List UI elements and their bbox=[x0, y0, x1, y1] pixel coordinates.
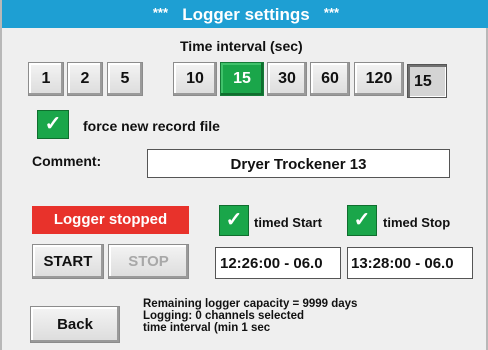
title-stars-left: *** bbox=[152, 5, 169, 20]
logger-capacity-text: Remaining logger capacity = 9999 days bbox=[143, 298, 358, 310]
title-stars-right: *** bbox=[323, 5, 340, 20]
timed-stop-checkbox[interactable]: ✓ bbox=[347, 205, 377, 236]
interval-option-120[interactable]: 120 bbox=[354, 62, 404, 96]
interval-hint-text: time interval (min 1 sec bbox=[143, 322, 271, 334]
timed-stop-input[interactable]: 13:28:00 - 06.0 bbox=[347, 247, 473, 279]
page-title: Logger settings bbox=[182, 5, 310, 24]
force-new-file-checkbox[interactable]: ✓ bbox=[37, 110, 69, 139]
interval-option-15[interactable]: 15 bbox=[220, 62, 264, 96]
logging-channels-text: Logging: 0 channels selected bbox=[143, 310, 305, 322]
comment-input[interactable]: Dryer Trockener 13 bbox=[147, 149, 450, 178]
timed-start-label: timed Start bbox=[254, 215, 322, 230]
timed-start-checkbox[interactable]: ✓ bbox=[219, 205, 249, 236]
custom-interval-field[interactable]: 15 bbox=[407, 64, 447, 98]
interval-option-1[interactable]: 1 bbox=[28, 62, 64, 96]
logger-settings-screen: *** Logger settings *** Time interval (s… bbox=[0, 0, 488, 350]
time-interval-label: Time interval (sec) bbox=[180, 38, 303, 54]
interval-option-5[interactable]: 5 bbox=[107, 62, 143, 96]
stop-button[interactable]: STOP bbox=[108, 244, 189, 279]
interval-option-2[interactable]: 2 bbox=[67, 62, 103, 96]
interval-option-30[interactable]: 30 bbox=[267, 62, 307, 96]
timed-stop-label: timed Stop bbox=[383, 215, 451, 230]
start-button[interactable]: START bbox=[32, 244, 104, 279]
logger-status-badge: Logger stopped bbox=[32, 206, 189, 234]
title-bar: *** Logger settings *** bbox=[2, 0, 488, 28]
timed-start-input[interactable]: 12:26:00 - 06.0 bbox=[215, 247, 341, 279]
force-new-file-label: force new record file bbox=[83, 118, 220, 134]
comment-label: Comment: bbox=[32, 153, 102, 169]
back-button[interactable]: Back bbox=[30, 306, 120, 343]
interval-option-10[interactable]: 10 bbox=[173, 62, 217, 96]
interval-option-60[interactable]: 60 bbox=[310, 62, 350, 96]
